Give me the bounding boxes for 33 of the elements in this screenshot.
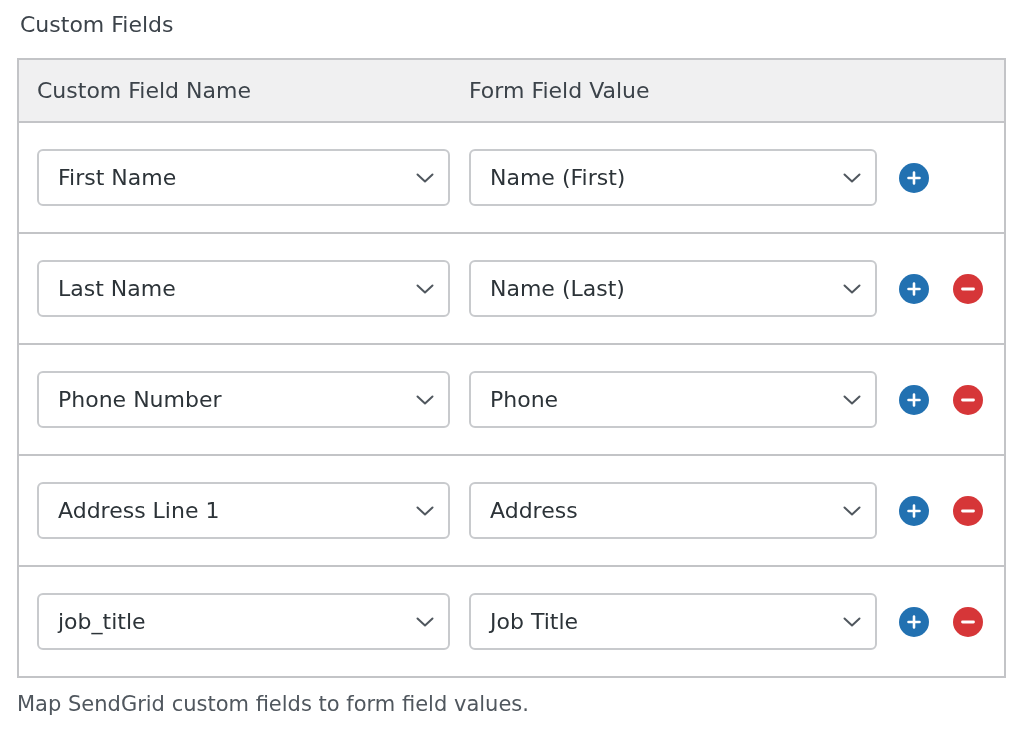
description-text: Map SendGrid custom fields to form field values.: [17, 691, 529, 717]
chevron-down-icon: [843, 505, 861, 516]
chevron-down-icon: [416, 283, 434, 294]
chevron-down-icon: [843, 283, 861, 294]
add-icon[interactable]: [899, 606, 929, 637]
custom-field-dropdown[interactable]: Last Name: [37, 260, 450, 317]
add-icon[interactable]: [899, 162, 929, 193]
custom-field-dropdown[interactable]: Address Line 1: [37, 482, 450, 539]
chevron-down-icon: [843, 394, 861, 405]
add-icon[interactable]: [899, 495, 929, 526]
form-field-dropdown[interactable]: Name (Last): [469, 260, 877, 317]
form-field-dropdown[interactable]: Name (First): [469, 149, 877, 206]
chevron-down-icon: [416, 172, 434, 183]
custom-field-dropdown[interactable]: Phone Number: [37, 371, 450, 428]
form-field-dropdown[interactable]: Address: [469, 482, 877, 539]
form-field-dropdown[interactable]: Job Title: [469, 593, 877, 650]
custom-field-dropdown[interactable]: First Name: [37, 149, 450, 206]
column-header: Form Field Value: [469, 76, 650, 105]
remove-icon[interactable]: [953, 495, 983, 526]
custom-field-dropdown[interactable]: job_title: [37, 593, 450, 650]
chevron-down-icon: [416, 616, 434, 627]
chevron-down-icon: [416, 505, 434, 516]
section-title: Custom Fields: [19, 11, 174, 39]
form-field-dropdown[interactable]: Phone: [469, 371, 877, 428]
remove-icon[interactable]: [953, 606, 983, 637]
add-icon[interactable]: [899, 273, 929, 304]
chevron-down-icon: [416, 394, 434, 405]
remove-icon[interactable]: [953, 384, 983, 415]
chevron-down-icon: [843, 172, 861, 183]
chevron-down-icon: [843, 616, 861, 627]
add-icon[interactable]: [899, 384, 929, 415]
column-header: Custom Field Name: [37, 76, 252, 105]
remove-icon[interactable]: [953, 273, 983, 304]
